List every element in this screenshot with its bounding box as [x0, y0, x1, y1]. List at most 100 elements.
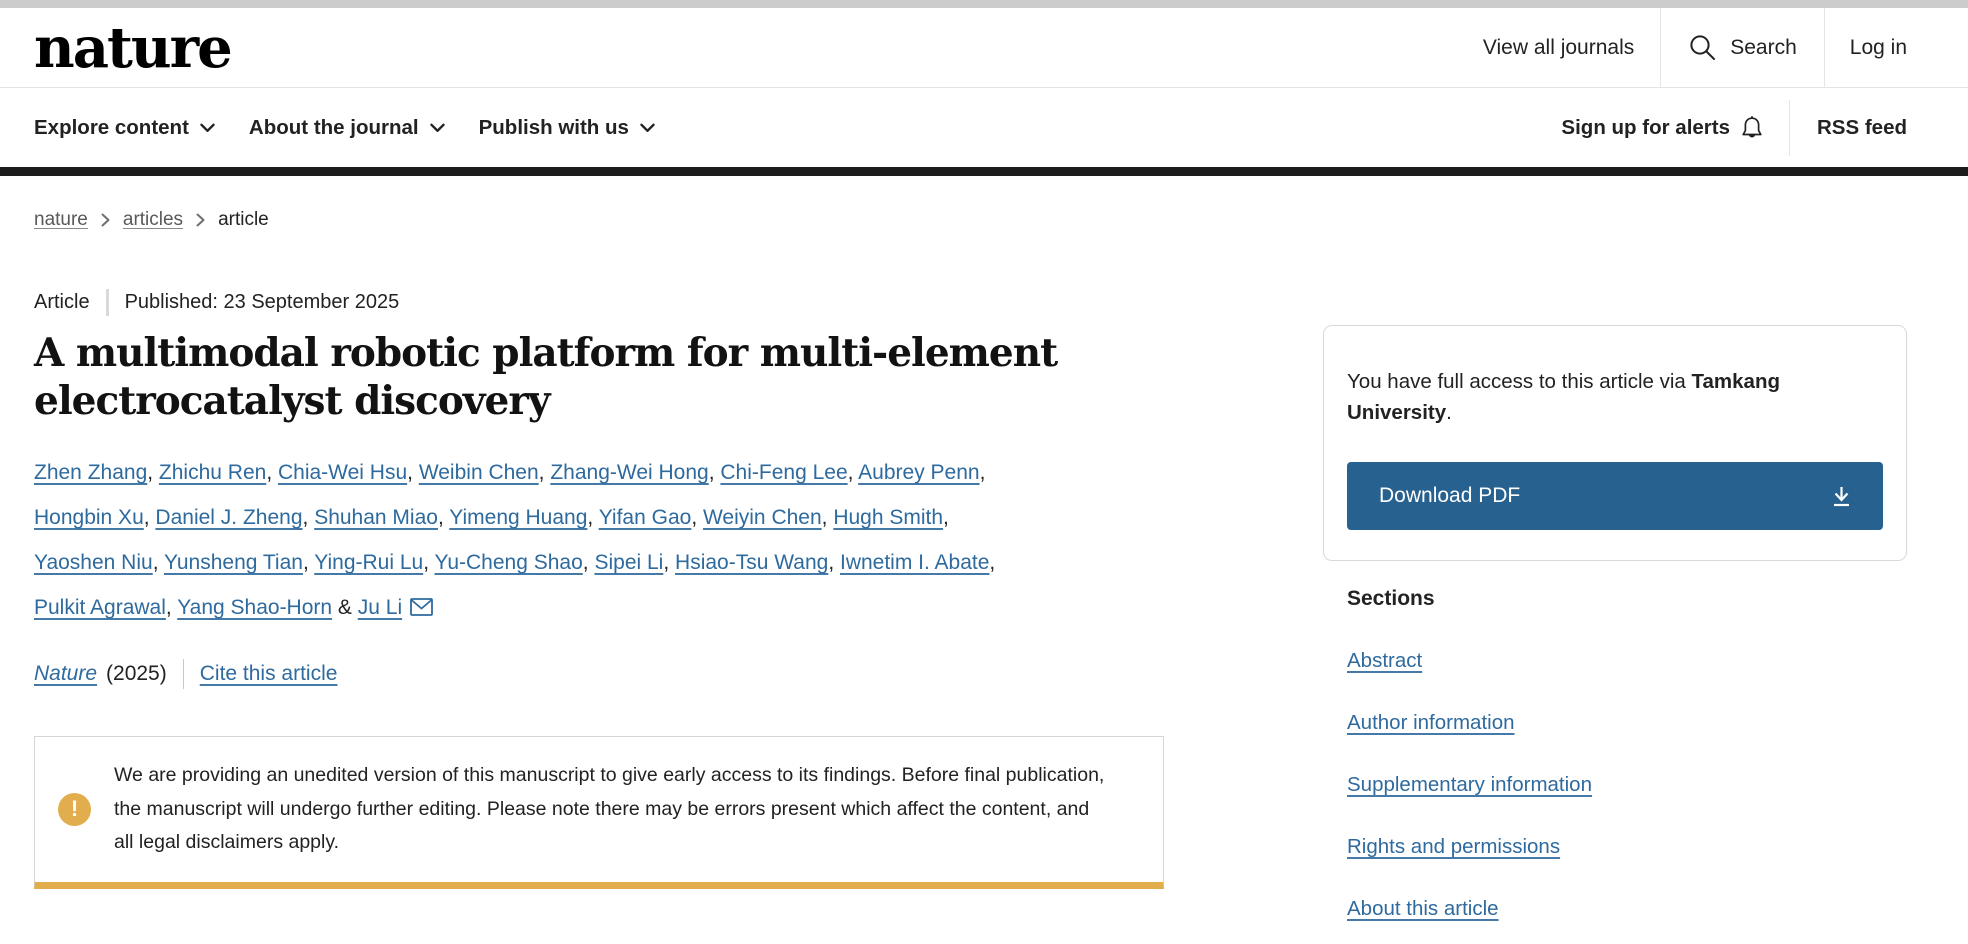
nav-item-publish-with-us[interactable]: Publish with us — [479, 116, 655, 140]
journal-link[interactable]: Nature — [34, 662, 97, 686]
section-links: Abstract Author information Supplementary … — [1347, 649, 1907, 921]
author-separator: , — [989, 551, 995, 574]
author-separator: , — [407, 461, 419, 484]
search-button[interactable]: Search — [1661, 8, 1824, 87]
section-link-rights-and-permissions[interactable]: Rights and permissions — [1347, 835, 1560, 859]
meta-divider — [183, 659, 184, 689]
signup-alerts-link[interactable]: Sign up for alerts — [1561, 115, 1763, 141]
author-separator: , — [303, 551, 314, 574]
section-link-supplementary-information[interactable]: Supplementary information — [1347, 773, 1592, 797]
author-separator: , — [848, 461, 859, 484]
author-separator: , — [691, 506, 703, 529]
author-separator: , — [943, 506, 949, 529]
login-link[interactable]: Log in — [1850, 8, 1907, 87]
access-suffix: . — [1446, 401, 1452, 424]
header-links: View all journals Search Log in — [1483, 8, 1907, 87]
nature-logo[interactable]: nature — [34, 20, 231, 76]
breadcrumb-articles[interactable]: articles — [123, 209, 183, 231]
signup-alerts-label: Sign up for alerts — [1561, 116, 1730, 140]
author-link[interactable]: Zhang-Wei Hong — [550, 461, 708, 484]
author-link[interactable]: Ju Li — [358, 596, 402, 619]
journal-meta: Nature (2025) Cite this article — [34, 659, 1164, 689]
author-link[interactable]: Yifan Gao — [599, 506, 692, 529]
author-link[interactable]: Weibin Chen — [419, 461, 539, 484]
warning-icon: ! — [58, 793, 91, 826]
author-link[interactable]: Zhen Zhang — [34, 461, 147, 484]
manuscript-notice: ! We are providing an unedited version o… — [34, 736, 1164, 889]
author-separator: , — [828, 551, 840, 574]
author-separator: , — [303, 506, 315, 529]
author-separator: , — [822, 506, 834, 529]
author-link[interactable]: Yang Shao-Horn — [177, 596, 332, 619]
nav-item-label: Explore content — [34, 116, 189, 140]
author-separator: , — [663, 551, 675, 574]
chevron-down-icon — [640, 123, 655, 133]
author-link[interactable]: Aubrey Penn — [858, 461, 979, 484]
article-type: Article — [34, 291, 90, 314]
author-link[interactable]: Daniel J. Zheng — [155, 506, 302, 529]
author-link[interactable]: Hsiao-Tsu Wang — [675, 551, 828, 574]
author-link[interactable]: Ying-Rui Lu — [314, 551, 423, 574]
bell-icon — [1741, 115, 1763, 141]
rss-feed-link[interactable]: RSS feed — [1817, 116, 1907, 140]
author-link[interactable]: Shuhan Miao — [314, 506, 438, 529]
nav-item-label: About the journal — [249, 116, 419, 140]
view-all-journals-link[interactable]: View all journals — [1483, 8, 1634, 87]
access-prefix: You have full access to this article via — [1347, 370, 1692, 393]
author-separator: , — [438, 506, 449, 529]
section-link-author-information[interactable]: Author information — [1347, 711, 1515, 735]
breadcrumb: nature articles article — [34, 209, 1164, 231]
author-separator: , — [153, 551, 164, 574]
primary-nav: Explore content About the journal Publish … — [0, 88, 1968, 167]
corresponding-author-email-link[interactable] — [410, 587, 433, 632]
author-link[interactable]: Yimeng Huang — [449, 506, 587, 529]
author-link[interactable]: Yu-Cheng Shao — [435, 551, 583, 574]
access-message: You have full access to this article via… — [1347, 366, 1883, 428]
author-separator: , — [423, 551, 434, 574]
download-pdf-label: Download PDF — [1379, 484, 1520, 508]
page-title: A multimodal robotic platform for multi-… — [34, 329, 1114, 425]
envelope-icon — [410, 598, 433, 621]
notice-icon-wrap: ! — [35, 793, 114, 826]
author-separator: , — [147, 461, 159, 484]
access-box: You have full access to this article via… — [1323, 325, 1907, 561]
author-separator: , — [266, 461, 278, 484]
author-link[interactable]: Iwnetim I. Abate — [840, 551, 989, 574]
meta-divider — [106, 289, 109, 316]
article-column: nature articles article Article Published:… — [34, 209, 1164, 889]
author-link[interactable]: Hongbin Xu — [34, 506, 144, 529]
author-separator: & — [332, 596, 358, 619]
nav-item-about-the-journal[interactable]: About the journal — [249, 116, 445, 140]
author-link[interactable]: Sipei Li — [594, 551, 663, 574]
page-content: nature articles article Article Published:… — [0, 209, 1968, 889]
chevron-right-icon — [196, 213, 205, 227]
breadcrumb-nature[interactable]: nature — [34, 209, 88, 231]
author-link[interactable]: Yunsheng Tian — [164, 551, 303, 574]
nav-menu: Explore content About the journal Publish … — [34, 116, 655, 140]
cite-this-article-link[interactable]: Cite this article — [200, 662, 338, 686]
breadcrumb-article: article — [218, 209, 269, 231]
nav-item-label: Publish with us — [479, 116, 629, 140]
author-link[interactable]: Zhichu Ren — [159, 461, 266, 484]
section-link-about-this-article[interactable]: About this article — [1347, 897, 1499, 921]
author-link[interactable]: Yaoshen Niu — [34, 551, 153, 574]
nav-item-explore-content[interactable]: Explore content — [34, 116, 215, 140]
author-link[interactable]: Weiyin Chen — [703, 506, 822, 529]
author-link[interactable]: Hugh Smith — [833, 506, 943, 529]
sidebar: You have full access to this article via… — [1323, 325, 1907, 921]
published-date: Published: 23 September 2025 — [125, 291, 400, 314]
author-link[interactable]: Chi-Feng Lee — [720, 461, 847, 484]
header-divider — [1824, 8, 1825, 87]
search-label: Search — [1730, 36, 1797, 60]
nav-divider — [1789, 100, 1790, 156]
download-pdf-button[interactable]: Download PDF — [1347, 462, 1883, 530]
author-list: Zhen Zhang, Zhichu Ren, Chia-Wei Hsu, We… — [34, 450, 1164, 632]
site-header: nature View all journals Search Log in — [0, 8, 1968, 88]
section-link-abstract[interactable]: Abstract — [1347, 649, 1422, 673]
chevron-right-icon — [101, 213, 110, 227]
author-link[interactable]: Pulkit Agrawal — [34, 596, 166, 619]
author-link[interactable]: Chia-Wei Hsu — [278, 461, 407, 484]
chevron-down-icon — [430, 123, 445, 133]
sections-title: Sections — [1347, 587, 1907, 611]
sections-panel: Sections Abstract Author information Suppl… — [1323, 587, 1907, 921]
